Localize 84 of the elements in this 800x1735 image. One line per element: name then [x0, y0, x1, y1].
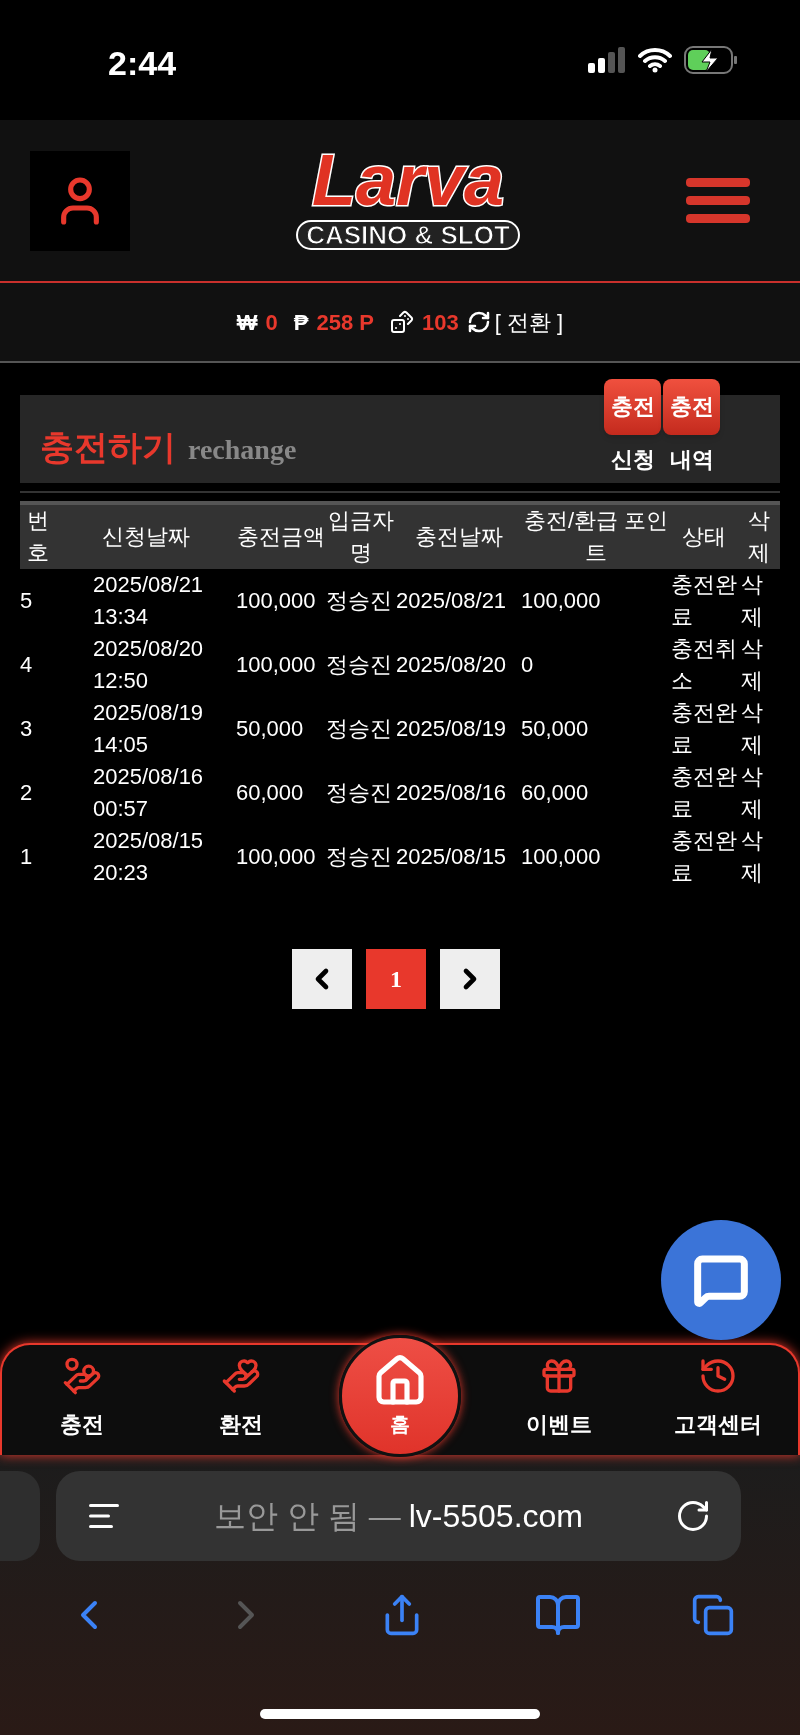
nav-item[interactable]: 환전: [161, 1356, 321, 1449]
column-header: 충전/환급 포인트: [521, 503, 671, 569]
button-caption: 내역: [669, 445, 714, 474]
security-label: 보안 안 됨 —: [214, 1497, 401, 1536]
wifi-icon: [638, 47, 672, 73]
delete-link[interactable]: 삭제: [737, 825, 780, 889]
dice-icon: [390, 310, 414, 334]
table-cell-text: 50,000: [521, 715, 590, 743]
table-cell: 100,000: [521, 569, 671, 633]
profile-button[interactable]: [30, 150, 130, 251]
tabs-icon[interactable]: [691, 1593, 736, 1637]
button-caption: 신청: [610, 445, 655, 474]
convert-button[interactable]: [ 전환 ]: [466, 305, 564, 339]
reload-icon: [675, 1498, 711, 1534]
delete-link[interactable]: 삭제: [737, 761, 780, 825]
status-time: 2:44: [108, 43, 177, 84]
table-cell-text: 정승진: [326, 779, 393, 807]
table-cell-text: 충전완료: [671, 827, 737, 887]
section-subtitle: rechange: [188, 432, 297, 467]
table-cell: 2025/08/19: [396, 697, 521, 761]
currency-symbol: ₩: [236, 308, 258, 337]
table-cell-text: 0: [521, 651, 535, 679]
delete-link[interactable]: 삭제: [737, 569, 780, 633]
table-cell-text: 정승진: [326, 843, 393, 871]
table-cell-text: 60,000: [521, 779, 590, 807]
table-cell-text: 100,000: [236, 651, 317, 679]
column-header: 상태: [671, 503, 737, 569]
table-cell: 2025/08/21 13:34: [56, 569, 236, 633]
signal-icon: [588, 47, 626, 73]
table-cell: 5: [20, 569, 56, 633]
table-cell-text: 50,000: [236, 715, 305, 743]
table-cell-text: 충전완료: [671, 763, 737, 823]
previous-page-button[interactable]: [292, 949, 352, 1009]
charge-button[interactable]: 충전: [604, 378, 661, 435]
nav-item[interactable]: 고객센터: [638, 1356, 798, 1449]
table-cell-text: 4: [20, 651, 34, 679]
balance-value: 258 P: [316, 308, 374, 337]
table-cell-text: 충전취소: [671, 635, 737, 695]
table-cell-text: 100,000: [236, 843, 317, 871]
column-header: 충전금액: [236, 503, 326, 569]
domain-text: lv-5505.com: [408, 1497, 583, 1536]
next-page-button[interactable]: [440, 949, 500, 1009]
balance-value: 0: [265, 308, 278, 337]
column-header: 신청날짜: [56, 503, 236, 569]
charge-button[interactable]: 충전: [663, 378, 720, 435]
section-title: 충전하기: [40, 426, 176, 468]
table-cell-text: 2025/08/16 00:57: [92, 763, 205, 823]
table-cell: 2025/08/21: [396, 569, 521, 633]
nav-item[interactable]: 이벤트: [479, 1356, 639, 1449]
table-cell-text: 정승진: [326, 651, 393, 679]
table-cell-text: 2025/08/15: [396, 843, 508, 871]
hands-icon: [220, 1356, 261, 1396]
home-button[interactable]: 홈: [339, 1335, 461, 1457]
hand-coins-icon: [61, 1356, 102, 1396]
table-cell-text: 2025/08/20 12:50: [92, 635, 205, 695]
table-cell-text: 2: [20, 779, 34, 807]
column-header: 충전날짜: [396, 503, 521, 569]
balance-value: 103: [422, 308, 459, 337]
table-cell-text: 1: [20, 843, 34, 871]
table-cell-text: 충전완료: [671, 699, 737, 759]
table-cell: 충전완료: [671, 569, 737, 633]
table-cell: 100,000: [236, 569, 326, 633]
delete-link[interactable]: 삭제: [737, 633, 780, 697]
table-cell-text: 60,000: [236, 779, 305, 807]
column-header: 번호: [20, 503, 56, 569]
table-cell-text: 3: [20, 715, 34, 743]
column-header: 삭제: [737, 503, 780, 569]
menu-button[interactable]: [686, 178, 750, 223]
table-cell: 2025/08/19 14:05: [56, 697, 236, 761]
table-cell: 정승진: [326, 569, 396, 633]
delete-link[interactable]: 삭제: [737, 697, 780, 761]
refresh-icon: [466, 310, 491, 334]
nav-item[interactable]: 충전: [2, 1356, 162, 1449]
address-bar[interactable]: 보안 안 됨 — lv-5505.com: [56, 1471, 741, 1561]
table-cell-text: 100,000: [521, 843, 602, 871]
page-button[interactable]: 1: [366, 949, 426, 1009]
column-header: 입금자명: [326, 503, 396, 569]
table-cell-text: 2025/08/15 20:23: [92, 827, 205, 887]
logo[interactable]: Larva CASINO & SLOT: [296, 143, 520, 250]
battery-charging-icon: [684, 46, 738, 74]
currency-symbol: ₱: [293, 308, 309, 337]
table-cell-text: 정승진: [326, 715, 393, 743]
table-cell: 2025/08/20: [396, 633, 521, 697]
table-cell-text: 2025/08/16: [396, 779, 508, 807]
